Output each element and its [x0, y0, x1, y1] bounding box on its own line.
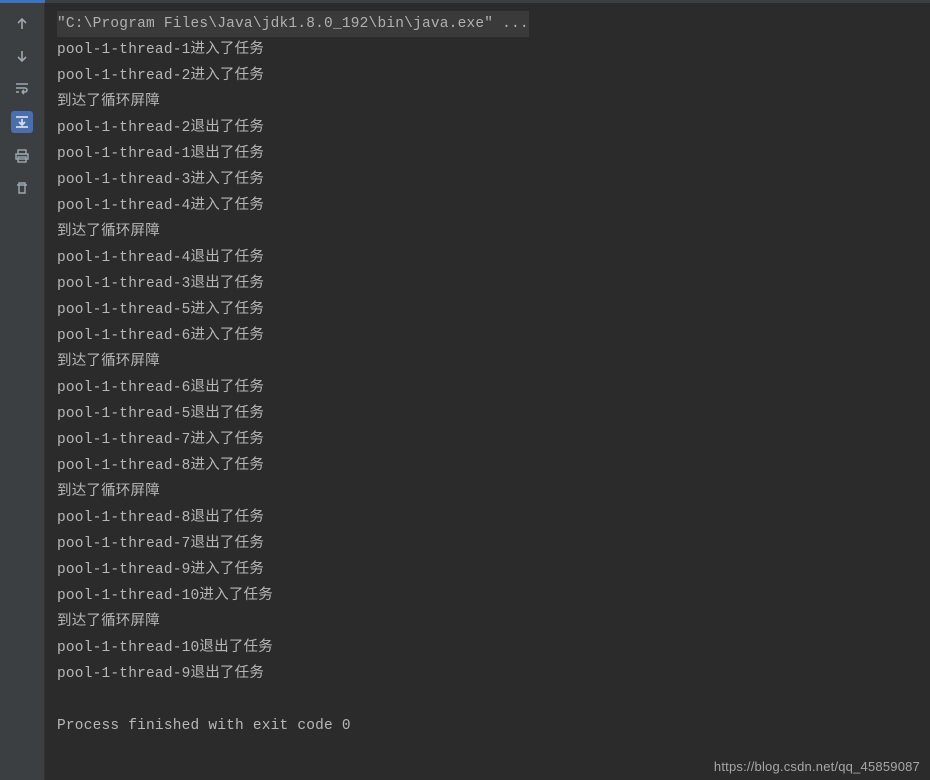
console-line: 到达了循环屏障: [57, 479, 930, 505]
console-gutter: [0, 3, 45, 780]
scroll-to-end-icon[interactable]: [11, 111, 33, 133]
console-line: 到达了循环屏障: [57, 609, 930, 635]
arrow-up-icon[interactable]: [13, 15, 31, 33]
console-line: pool-1-thread-6进入了任务: [57, 323, 930, 349]
console-line: pool-1-thread-8进入了任务: [57, 453, 930, 479]
console-line: 到达了循环屏障: [57, 349, 930, 375]
console-line: pool-1-thread-9进入了任务: [57, 557, 930, 583]
console-line: pool-1-thread-4进入了任务: [57, 193, 930, 219]
console-line: pool-1-thread-9退出了任务: [57, 661, 930, 687]
console-line: pool-1-thread-10进入了任务: [57, 583, 930, 609]
console-line: 到达了循环屏障: [57, 89, 930, 115]
console-line: pool-1-thread-2退出了任务: [57, 115, 930, 141]
console-line: 到达了循环屏障: [57, 219, 930, 245]
console-line: pool-1-thread-1退出了任务: [57, 141, 930, 167]
console-line: pool-1-thread-6退出了任务: [57, 375, 930, 401]
console-line: pool-1-thread-1进入了任务: [57, 37, 930, 63]
console-line: pool-1-thread-7进入了任务: [57, 427, 930, 453]
console-line: pool-1-thread-3进入了任务: [57, 167, 930, 193]
soft-wrap-icon[interactable]: [13, 79, 31, 97]
command-line: "C:\Program Files\Java\jdk1.8.0_192\bin\…: [57, 11, 930, 37]
blank-line: [57, 687, 930, 713]
print-icon[interactable]: [13, 147, 31, 165]
console-line: pool-1-thread-2进入了任务: [57, 63, 930, 89]
console-line: pool-1-thread-3退出了任务: [57, 271, 930, 297]
console-line: pool-1-thread-10退出了任务: [57, 635, 930, 661]
console-line: pool-1-thread-4退出了任务: [57, 245, 930, 271]
arrow-down-icon[interactable]: [13, 47, 31, 65]
exit-line: Process finished with exit code 0: [57, 713, 930, 739]
console-line: pool-1-thread-7退出了任务: [57, 531, 930, 557]
console-output[interactable]: "C:\Program Files\Java\jdk1.8.0_192\bin\…: [45, 3, 930, 780]
clear-all-icon[interactable]: [13, 179, 31, 197]
console-line: pool-1-thread-5进入了任务: [57, 297, 930, 323]
console-line: pool-1-thread-8退出了任务: [57, 505, 930, 531]
watermark-text: https://blog.csdn.net/qq_45859087: [714, 759, 920, 774]
console-line: pool-1-thread-5退出了任务: [57, 401, 930, 427]
